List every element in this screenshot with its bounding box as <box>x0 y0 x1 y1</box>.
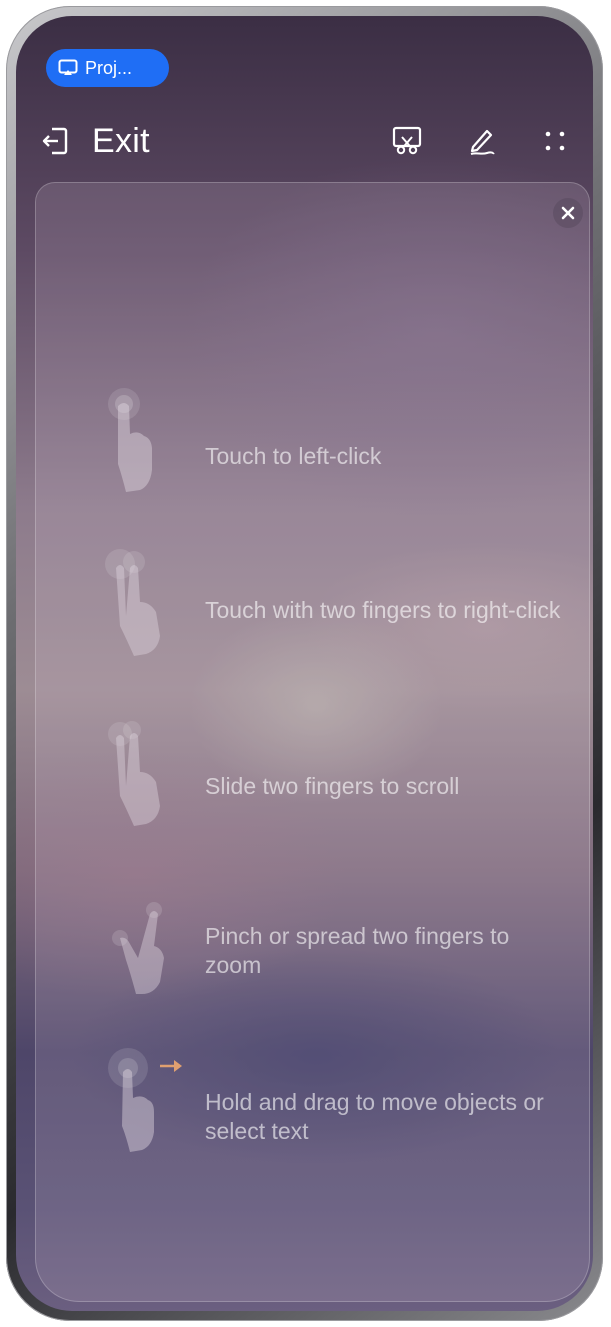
single-finger-tap-icon <box>108 388 152 492</box>
exit-icon <box>42 127 68 155</box>
projection-icon <box>58 59 78 75</box>
more-options-button[interactable] <box>538 124 572 158</box>
phone-frame: Proj... Exit Touch to left-click Touch w… <box>6 6 603 1321</box>
gesture-text: Touch to left-click <box>205 443 382 469</box>
exit-label: Exit <box>92 121 150 160</box>
gesture-text: Slide two fingers to scroll <box>205 773 460 799</box>
gesture-text: Pinch or spread two fingers to zoom <box>205 923 510 978</box>
projection-status-label: Proj... <box>85 57 133 78</box>
gesture-text: Touch with two fingers to right-click <box>205 597 561 623</box>
two-finger-tap-icon <box>105 549 160 656</box>
pinch-zoom-icon <box>112 902 164 994</box>
close-icon <box>561 206 575 220</box>
exit-button[interactable]: Exit <box>42 121 150 161</box>
screenshot-scissors-icon <box>392 126 422 155</box>
projection-status-chip[interactable]: Proj... <box>46 49 169 87</box>
top-toolbar: Exit <box>16 116 593 166</box>
two-finger-slide-icon <box>108 721 160 826</box>
pen-annotate-icon <box>470 129 495 155</box>
hold-drag-icon <box>108 1048 182 1152</box>
annotate-button[interactable] <box>464 124 498 158</box>
projection-screen: Proj... Exit Touch to left-click Touch w… <box>16 16 593 1311</box>
gesture-text: Hold and drag to move objects or select … <box>205 1089 544 1144</box>
screenshot-button[interactable] <box>390 124 424 158</box>
close-tutorial-button[interactable] <box>553 198 583 228</box>
more-dots-icon <box>545 131 565 151</box>
